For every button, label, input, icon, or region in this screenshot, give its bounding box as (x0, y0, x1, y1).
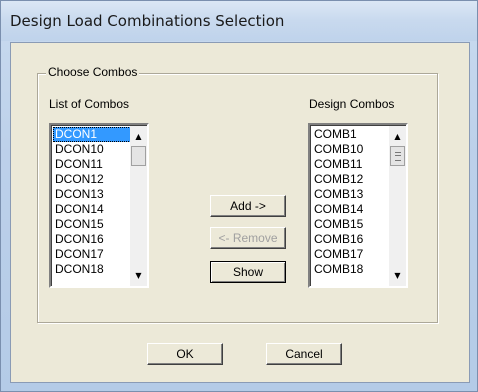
window-title: Design Load Combinations Selection (10, 12, 285, 30)
list-item[interactable]: DCON10 (53, 142, 135, 157)
list-item[interactable]: COMB13 (312, 187, 394, 202)
remove-button[interactable]: <- Remove (210, 227, 286, 249)
list-item[interactable]: DCON14 (53, 202, 135, 217)
list-of-combos-listbox[interactable]: DCON1 DCON10 DCON11 DCON12 DCON13 DCON14… (49, 123, 149, 288)
show-button[interactable]: Show (210, 261, 286, 283)
list-of-combos-items: DCON1 DCON10 DCON11 DCON12 DCON13 DCON14… (53, 127, 135, 277)
scroll-thumb[interactable] (390, 146, 405, 166)
list-item[interactable]: COMB17 (312, 247, 394, 262)
ok-button[interactable]: OK (147, 343, 223, 365)
list-item[interactable]: COMB11 (312, 157, 394, 172)
cancel-button[interactable]: Cancel (266, 343, 342, 365)
list-item[interactable]: DCON16 (53, 232, 135, 247)
list-item[interactable]: COMB1 (312, 127, 394, 142)
scroll-up-arrow-icon[interactable]: ▲ (130, 128, 147, 145)
list-item[interactable]: DCON1 (53, 127, 135, 142)
left-list-scrollbar[interactable]: ▲ ▼ (130, 126, 147, 286)
choose-combos-group: Choose Combos List of Combos Design Comb… (37, 65, 438, 323)
list-item[interactable]: COMB10 (312, 142, 394, 157)
scroll-down-arrow-icon[interactable]: ▼ (389, 267, 406, 284)
scroll-down-arrow-icon[interactable]: ▼ (130, 267, 147, 284)
group-label: Choose Combos (46, 65, 140, 79)
scroll-up-arrow-icon[interactable]: ▲ (389, 128, 406, 145)
list-item[interactable]: DCON12 (53, 172, 135, 187)
list-item[interactable]: DCON13 (53, 187, 135, 202)
list-item[interactable]: COMB14 (312, 202, 394, 217)
list-item[interactable]: DCON17 (53, 247, 135, 262)
add-button[interactable]: Add -> (210, 195, 286, 217)
design-combos-listbox[interactable]: COMB1 COMB10 COMB11 COMB12 COMB13 COMB14… (308, 123, 408, 288)
dialog-client-area: Choose Combos List of Combos Design Comb… (10, 42, 470, 383)
thumb-grip-icon (394, 151, 401, 161)
list-item[interactable]: COMB18 (312, 262, 394, 277)
list-item[interactable]: COMB16 (312, 232, 394, 247)
design-combos-label: Design Combos (309, 97, 395, 111)
right-list-scrollbar[interactable]: ▲ ▼ (389, 126, 406, 286)
list-item[interactable]: COMB12 (312, 172, 394, 187)
design-combos-items: COMB1 COMB10 COMB11 COMB12 COMB13 COMB14… (312, 127, 394, 277)
list-item[interactable]: COMB15 (312, 217, 394, 232)
scroll-thumb[interactable] (131, 146, 146, 166)
list-item[interactable]: DCON15 (53, 217, 135, 232)
list-item[interactable]: DCON11 (53, 157, 135, 172)
dialog-window: Design Load Combinations Selection Choos… (0, 0, 478, 392)
list-item[interactable]: DCON18 (53, 262, 135, 277)
title-bar[interactable]: Design Load Combinations Selection (1, 1, 477, 41)
list-of-combos-label: List of Combos (49, 97, 130, 111)
